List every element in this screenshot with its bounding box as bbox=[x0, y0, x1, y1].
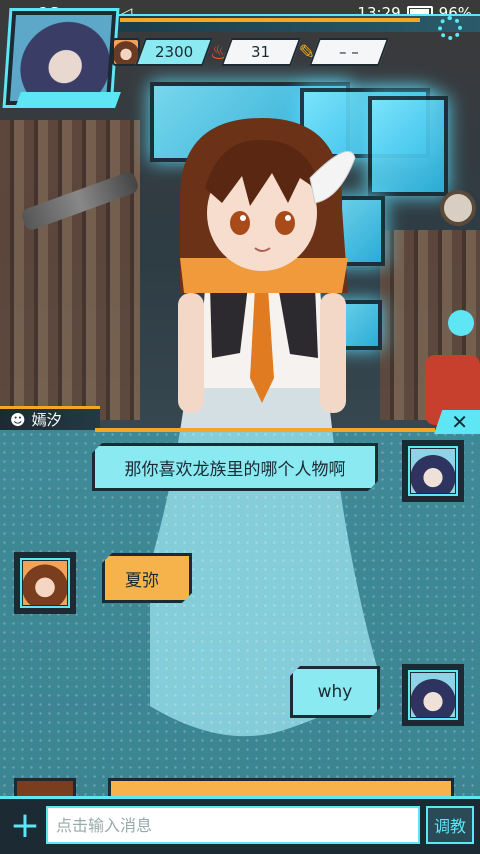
chat-bubble-player: why bbox=[290, 666, 380, 718]
player-message-avatar[interactable] bbox=[402, 440, 464, 502]
stat-affection: 2300 bbox=[134, 38, 214, 66]
plus-button[interactable]: + bbox=[6, 804, 44, 846]
hud-bar bbox=[100, 14, 480, 32]
speaker-name-tab: ☻ 嫣汐 bbox=[0, 406, 100, 430]
stat-currency: – – bbox=[308, 38, 390, 66]
character-message-avatar bbox=[14, 778, 76, 796]
plus-icon: + bbox=[9, 804, 41, 846]
panel-divider bbox=[95, 428, 435, 432]
holo-screen bbox=[368, 96, 448, 196]
message-text: 那你喜欢龙族里的哪个人物啊 bbox=[124, 459, 346, 480]
stat-energy-value: 31 bbox=[251, 43, 271, 61]
gear-icon[interactable] bbox=[438, 16, 462, 40]
chat-bubble-character: 夏弥 bbox=[102, 553, 192, 603]
send-button-label: 调教 bbox=[433, 817, 466, 836]
player-message-avatar[interactable] bbox=[402, 664, 464, 726]
stat-affection-value: 2300 bbox=[154, 43, 194, 61]
chat-bubble-character bbox=[108, 778, 454, 796]
message-input[interactable] bbox=[46, 806, 420, 844]
speaker-name: 嫣汐 bbox=[31, 411, 62, 429]
smiley-icon bbox=[448, 310, 474, 336]
speaker-icon: ☻ bbox=[10, 410, 26, 429]
character-message-avatar[interactable] bbox=[14, 552, 76, 614]
message-text: 夏弥 bbox=[125, 570, 159, 591]
close-icon: ✕ bbox=[451, 410, 468, 434]
stat-energy: 31 bbox=[220, 38, 302, 66]
clock-icon bbox=[440, 190, 476, 226]
bookshelf-left bbox=[0, 120, 140, 420]
avatar-tab bbox=[15, 92, 121, 108]
chat-bubble-player: 那你喜欢龙族里的哪个人物啊 bbox=[92, 443, 378, 491]
stat-currency-value: – – bbox=[339, 43, 359, 61]
message-text: why bbox=[317, 682, 353, 702]
send-button[interactable]: 调教 bbox=[426, 806, 474, 844]
